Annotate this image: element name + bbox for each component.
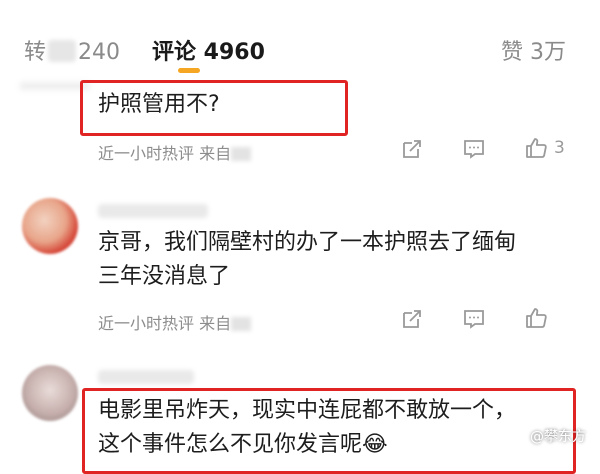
tab-bar: 转 240 评论 4960 赞 3万 <box>0 0 600 76</box>
tab-likes[interactable]: 赞 3万 <box>501 34 566 66</box>
comment-button[interactable] <box>462 307 486 331</box>
comment-meta: 近一小时热评 来自 <box>98 310 252 334</box>
tab-reposts-label: 转 <box>24 40 47 65</box>
share-button[interactable] <box>400 137 424 161</box>
active-tab-indicator <box>178 68 200 73</box>
comment-text-line: 电影里吊炸天，现实中连屁都不敢放一个， <box>98 398 517 423</box>
share-icon <box>403 140 421 158</box>
comment-meta-text: 近一小时热评 来自 <box>98 144 232 163</box>
comment-text-line: 京哥，我们隔壁村的办了一本护照去了缅甸 <box>98 230 517 255</box>
comment-text: 护照管用不? <box>98 92 220 117</box>
like-count: 3 <box>554 138 565 158</box>
comment-text-line: 这个事件怎么不见你发言呢😂 <box>98 432 388 457</box>
comment-icon <box>464 310 484 329</box>
like-button[interactable]: 3 <box>524 136 565 160</box>
like-button[interactable] <box>524 306 554 330</box>
paw-icon <box>513 431 525 442</box>
blurred-username <box>98 370 194 384</box>
share-button[interactable] <box>400 307 424 331</box>
comment-button[interactable] <box>462 137 486 161</box>
thumbs-up-icon <box>526 308 547 328</box>
tab-comments[interactable]: 评论 4960 <box>152 34 265 66</box>
blurred-text <box>48 40 77 62</box>
blurred-text <box>231 317 252 331</box>
watermark-text: @攀东方 <box>530 429 586 445</box>
comment-icon <box>464 140 484 159</box>
watermark: @攀东方 <box>512 426 586 446</box>
comment-meta-text: 近一小时热评 来自 <box>98 314 232 333</box>
avatar[interactable] <box>22 365 78 421</box>
thumbs-up-icon <box>526 138 547 158</box>
tab-reposts[interactable]: 转 240 <box>24 34 120 66</box>
share-icon <box>403 310 421 328</box>
comment-text-line: 三年没消息了 <box>98 264 231 289</box>
blurred-text <box>231 147 252 161</box>
comment-meta: 近一小时热评 来自 <box>98 140 252 164</box>
blurred-username <box>98 204 208 218</box>
avatar[interactable] <box>22 198 78 254</box>
tab-reposts-count: 240 <box>78 40 121 65</box>
